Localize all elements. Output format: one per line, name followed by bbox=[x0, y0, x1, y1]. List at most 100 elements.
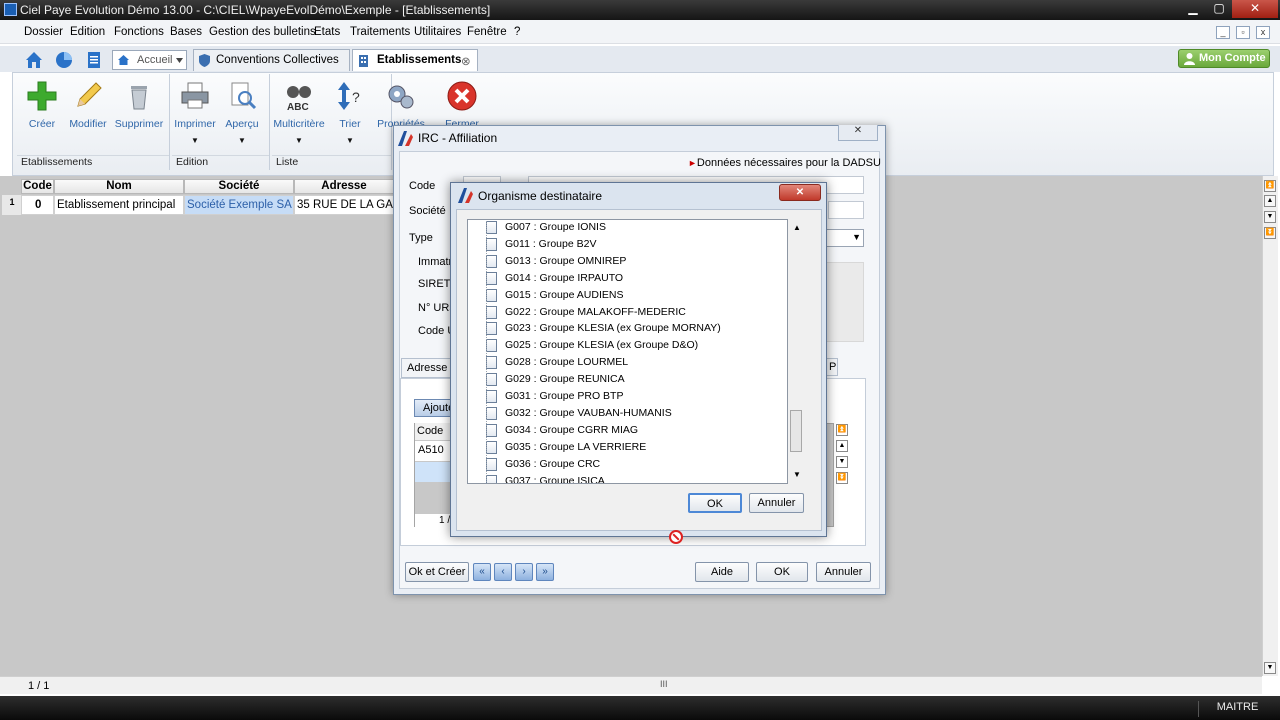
horizontal-scrollbar[interactable]: 1 / 1 III bbox=[0, 676, 1262, 694]
list-scroll-down-icon[interactable]: ▼ bbox=[793, 470, 801, 479]
minimize-button[interactable]: ▁ bbox=[1180, 0, 1206, 18]
document-icon bbox=[486, 356, 497, 370]
home-icon[interactable] bbox=[24, 50, 44, 70]
affiliation-grid-selected-row[interactable] bbox=[415, 462, 455, 482]
first-record-button[interactable]: « bbox=[473, 563, 491, 581]
column-header-adresse[interactable]: Adresse bbox=[294, 179, 394, 194]
trier-button[interactable]: ? Trier ▼ bbox=[322, 80, 378, 145]
menu-fenetre[interactable]: Fenêtre bbox=[467, 26, 507, 38]
supprimer-button[interactable]: Supprimer bbox=[111, 80, 167, 140]
list-item[interactable]: G022 : Groupe MALAKOFF-MEDERIC bbox=[468, 304, 778, 321]
table-cell-adresse[interactable]: 35 RUE DE LA GARE bbox=[294, 195, 394, 215]
organisme-ok-button[interactable]: OK bbox=[688, 493, 742, 513]
affiliation-grid-header[interactable]: Code bbox=[415, 423, 455, 440]
list-scroll-up-icon[interactable]: ▲ bbox=[793, 223, 801, 232]
list-item[interactable]: G028 : Groupe LOURMEL bbox=[468, 354, 778, 371]
menu-help[interactable]: ? bbox=[514, 26, 520, 38]
list-item[interactable]: G007 : Groupe IONIS bbox=[468, 220, 778, 236]
apercu-dropdown-arrow[interactable]: ▼ bbox=[238, 136, 246, 145]
organisme-close-button[interactable]: ✕ bbox=[779, 184, 821, 201]
tab-close-icon[interactable]: ⊗ bbox=[461, 54, 471, 68]
list-item[interactable]: G013 : Groupe OMNIREP bbox=[468, 253, 778, 270]
previous-record-button[interactable]: ‹ bbox=[494, 563, 512, 581]
list-item[interactable]: G032 : Groupe VAUBAN-HUMANIS bbox=[468, 405, 778, 422]
menu-bases[interactable]: Bases bbox=[170, 26, 202, 38]
table-cell-code[interactable]: 0 bbox=[21, 195, 54, 215]
next-record-button[interactable]: › bbox=[515, 563, 533, 581]
list-item[interactable]: G035 : Groupe LA VERRIERE bbox=[468, 439, 778, 456]
column-header-nom[interactable]: Nom bbox=[54, 179, 184, 194]
affiliation-grid-row[interactable]: A510 bbox=[415, 441, 455, 461]
mdi-close-button[interactable]: x bbox=[1256, 26, 1270, 39]
tab-p[interactable]: P bbox=[826, 358, 838, 376]
mon-compte-button[interactable]: Mon Compte bbox=[1178, 49, 1270, 68]
apercu-button[interactable]: Aperçu ▼ bbox=[214, 80, 270, 145]
list-item[interactable]: G014 : Groupe IRPAUTO bbox=[468, 270, 778, 287]
multicritere-button[interactable]: ABC Multicritère ▼ bbox=[271, 80, 327, 145]
accueil-selector[interactable]: Accueil bbox=[112, 50, 187, 70]
document-icon bbox=[486, 322, 497, 336]
list-item-label: G031 : Groupe PRO BTP bbox=[505, 390, 624, 402]
mdi-minimize-button[interactable]: _ bbox=[1216, 26, 1230, 39]
ajouter-button[interactable]: Ajouter bbox=[414, 399, 452, 417]
table-cell-nom[interactable]: Etablissement principal bbox=[54, 195, 184, 215]
list-item-label: G013 : Groupe OMNIREP bbox=[505, 254, 627, 267]
scroll-bottom-button[interactable]: ⏬ bbox=[1264, 227, 1276, 239]
last-record-button[interactable]: » bbox=[536, 563, 554, 581]
ok-et-creer-button[interactable]: Ok et Créer bbox=[405, 562, 469, 582]
trier-dropdown-arrow[interactable]: ▼ bbox=[346, 136, 354, 145]
scroll-grip[interactable]: III bbox=[660, 679, 668, 689]
list-item[interactable]: G031 : Groupe PRO BTP bbox=[468, 388, 778, 405]
affiliation-scroll-up-button[interactable]: ▲ bbox=[836, 440, 848, 452]
list-item[interactable]: G034 : Groupe CGRR MIAG bbox=[468, 422, 778, 439]
multicritere-dropdown-arrow[interactable]: ▼ bbox=[295, 136, 303, 145]
irc-ok-button[interactable]: OK bbox=[756, 562, 808, 582]
list-item[interactable]: G023 : Groupe KLESIA (ex Groupe MORNAY) bbox=[468, 320, 778, 337]
menu-etats[interactable]: Etats bbox=[314, 26, 340, 38]
scroll-up-button[interactable]: ▲ bbox=[1264, 195, 1276, 207]
multicritere-label: Multicritère bbox=[273, 118, 325, 130]
type-select[interactable]: ▼ bbox=[826, 229, 864, 247]
svg-text:ABC: ABC bbox=[287, 102, 309, 112]
table-cell-societe[interactable]: Société Exemple SA bbox=[184, 195, 294, 215]
organisme-annuler-button[interactable]: Annuler bbox=[749, 493, 804, 513]
maximize-button[interactable]: ▢ bbox=[1206, 0, 1232, 18]
scroll-down-button[interactable]: ▼ bbox=[1264, 211, 1276, 223]
document-icon[interactable] bbox=[84, 50, 104, 70]
affiliation-scroll-down-button[interactable]: ▼ bbox=[836, 456, 848, 468]
column-header-code[interactable]: Code bbox=[21, 179, 54, 194]
column-header-societe[interactable]: Société bbox=[184, 179, 294, 194]
list-scroll-thumb[interactable] bbox=[790, 410, 802, 452]
menu-traitements[interactable]: Traitements bbox=[350, 26, 410, 38]
scroll-down-arrow[interactable]: ▼ bbox=[1264, 662, 1276, 674]
menu-utilitaires[interactable]: Utilitaires bbox=[414, 26, 461, 38]
list-item[interactable]: G036 : Groupe CRC bbox=[468, 456, 778, 473]
organisme-tree-list[interactable]: G007 : Groupe IONIS G011 : Groupe B2V G013… bbox=[467, 219, 788, 484]
imprimer-dropdown-arrow[interactable]: ▼ bbox=[191, 136, 199, 145]
tab-conventions-collectives[interactable]: Conventions Collectives bbox=[193, 49, 350, 71]
menu-dossier[interactable]: Dossier bbox=[24, 26, 63, 38]
list-item[interactable]: G011 : Groupe B2V bbox=[468, 236, 778, 253]
irc-close-button[interactable]: ✕ bbox=[838, 125, 878, 141]
aide-button[interactable]: Aide bbox=[695, 562, 749, 582]
list-item[interactable]: G025 : Groupe KLESIA (ex Groupe D&O) bbox=[468, 337, 778, 354]
irc-annuler-button[interactable]: Annuler bbox=[816, 562, 871, 582]
societe-field[interactable] bbox=[828, 201, 864, 219]
mdi-restore-button[interactable]: ▫ bbox=[1236, 26, 1250, 39]
tab-etablissements[interactable]: Etablissements ⊗ bbox=[352, 49, 478, 71]
list-item[interactable]: G037 : Groupe ISICA bbox=[468, 473, 778, 483]
menu-fonctions[interactable]: Fonctions bbox=[114, 26, 164, 38]
menu-gestion-bulletins[interactable]: Gestion des bulletins bbox=[209, 26, 316, 38]
affiliation-scroll-bottom-button[interactable]: ⏬ bbox=[836, 472, 848, 484]
list-item[interactable]: G015 : Groupe AUDIENS bbox=[468, 287, 778, 304]
affiliation-scroll-top-button[interactable]: ⏫ bbox=[836, 424, 848, 436]
vertical-scrollbar[interactable] bbox=[1262, 176, 1278, 676]
tab-adresse[interactable]: Adresse bbox=[401, 358, 451, 378]
pie-chart-icon[interactable] bbox=[54, 50, 74, 70]
list-item[interactable]: G029 : Groupe REUNICA bbox=[468, 371, 778, 388]
dadsu-note: ►Données nécessaires pour la DADSU bbox=[688, 157, 881, 169]
close-window-button[interactable]: ✕ bbox=[1232, 0, 1278, 18]
scroll-top-button[interactable]: ⏫ bbox=[1264, 180, 1276, 192]
modifier-button[interactable]: Modifier bbox=[60, 80, 116, 140]
menu-edition[interactable]: Edition bbox=[70, 26, 105, 38]
